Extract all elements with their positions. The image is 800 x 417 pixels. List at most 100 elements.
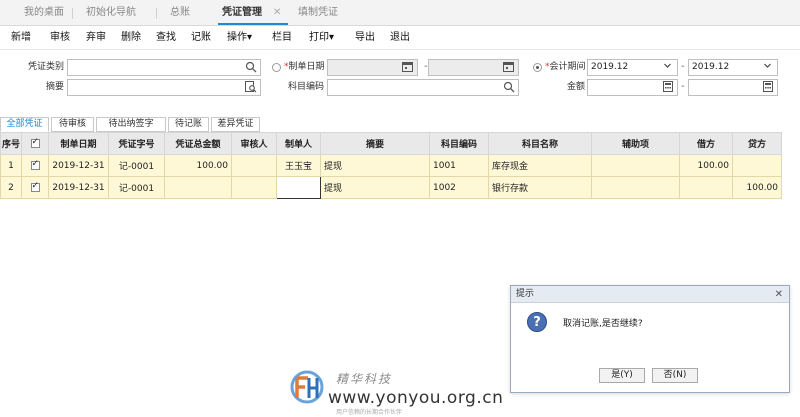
row-account-name: 银行存款 bbox=[488, 176, 592, 199]
dialog-close-icon[interactable]: ✕ bbox=[775, 286, 783, 303]
grid-header-row: 序号 制单日期 凭证字号 凭证总金额 审核人 制单人 摘要 科目编码 科目名称 … bbox=[0, 132, 782, 155]
lookup-icon[interactable] bbox=[244, 81, 257, 94]
period-end-value: 2019.12 bbox=[692, 62, 730, 72]
active-tab-indicator bbox=[218, 23, 288, 25]
row-account-name: 库存现金 bbox=[488, 154, 592, 177]
select-all-checkbox[interactable] bbox=[30, 137, 40, 148]
calculator-icon[interactable] bbox=[661, 81, 674, 94]
date-label: *制单日期 bbox=[284, 59, 326, 75]
row-voucher-no[interactable]: 记-0001 bbox=[108, 154, 165, 177]
amount-range-dash: - bbox=[681, 81, 685, 92]
column-header[interactable]: 辅助项 bbox=[591, 132, 680, 155]
question-icon: ? bbox=[527, 312, 547, 332]
row-checkbox[interactable] bbox=[30, 181, 40, 192]
filter-tab-pending-cashier-sign[interactable]: 待出纳签字 bbox=[96, 117, 166, 132]
date-end-field[interactable] bbox=[428, 59, 519, 76]
row-credit bbox=[732, 154, 782, 177]
column-header[interactable]: 制单人 bbox=[276, 132, 321, 155]
voucher-grid: 序号 制单日期 凭证字号 凭证总金额 审核人 制单人 摘要 科目编码 科目名称 … bbox=[0, 132, 782, 199]
filter-tab-pending-posting[interactable]: 待记账 bbox=[168, 117, 209, 132]
calculator-icon[interactable] bbox=[761, 81, 774, 94]
amount-label: 金额 bbox=[566, 82, 585, 92]
row-seq: 2 bbox=[0, 176, 22, 199]
tab-my-desktop[interactable]: 我的桌面 bbox=[24, 0, 64, 26]
search-icon[interactable] bbox=[502, 81, 515, 94]
column-header[interactable]: 制单日期 bbox=[48, 132, 109, 155]
row-date: 2019-12-31 bbox=[48, 154, 109, 177]
date-radio[interactable] bbox=[272, 63, 281, 72]
row-account-code: 1001 bbox=[429, 154, 489, 177]
operation-menu-button[interactable]: 操作▾ bbox=[227, 26, 252, 50]
period-start-value: 2019.12 bbox=[591, 62, 629, 72]
column-header[interactable]: 贷方 bbox=[732, 132, 782, 155]
chevron-down-icon[interactable] bbox=[761, 61, 774, 74]
row-total bbox=[164, 176, 232, 199]
period-label-text: 会计期间 bbox=[549, 62, 586, 72]
search-icon[interactable] bbox=[244, 61, 257, 74]
filter-tab-difference-vouchers[interactable]: 差异凭证 bbox=[211, 117, 260, 132]
voucher-type-label: 凭证类别 bbox=[27, 62, 64, 72]
row-account-code: 1002 bbox=[429, 176, 489, 199]
table-row[interactable]: 1 2019-12-31 记-0001 100.00 王玉宝 提现 1001 库… bbox=[0, 154, 782, 177]
calendar-icon[interactable] bbox=[502, 61, 515, 74]
column-header[interactable]: 摘要 bbox=[320, 132, 430, 155]
row-debit bbox=[679, 176, 733, 199]
tab-init-navigation[interactable]: 初始化导航 bbox=[86, 0, 136, 26]
account-code-label: 科目编码 bbox=[287, 82, 324, 92]
filter-tab-all-vouchers[interactable]: 全部凭证 bbox=[0, 117, 49, 132]
find-button[interactable]: 查找 bbox=[156, 26, 176, 50]
period-radio[interactable] bbox=[533, 63, 542, 72]
chevron-down-icon[interactable] bbox=[661, 61, 674, 74]
add-button[interactable]: 新增 bbox=[11, 26, 31, 50]
exit-button[interactable]: 退出 bbox=[390, 26, 410, 50]
tab-fill-voucher[interactable]: 填制凭证 bbox=[298, 0, 338, 26]
row-credit: 100.00 bbox=[732, 176, 782, 199]
row-voucher-no[interactable]: 记-0001 bbox=[108, 176, 165, 199]
yes-button[interactable]: 是(Y) bbox=[599, 368, 645, 383]
amount-start-field[interactable] bbox=[587, 79, 678, 96]
column-header[interactable]: 借方 bbox=[679, 132, 733, 155]
watermark: 精华科技 www.yonyou.org.cn 用户信赖的长期合作伙伴 bbox=[288, 368, 518, 416]
delete-button[interactable]: 删除 bbox=[121, 26, 141, 50]
row-maker-editing-cell[interactable] bbox=[276, 176, 321, 199]
print-menu-button[interactable]: 打印▾ bbox=[309, 26, 334, 50]
dialog-titlebar[interactable]: 提示 ✕ bbox=[511, 286, 789, 303]
row-auditor bbox=[231, 176, 277, 199]
export-button[interactable]: 导出 bbox=[355, 26, 375, 50]
date-start-field[interactable] bbox=[327, 59, 418, 76]
table-row[interactable]: 2 2019-12-31 记-0001 提现 1002 银行存款 100.00 bbox=[0, 176, 782, 199]
watermark-slogan: 用户信赖的长期合作伙伴 bbox=[336, 409, 403, 416]
audit-button[interactable]: 审核 bbox=[50, 26, 70, 50]
column-header[interactable]: 审核人 bbox=[231, 132, 277, 155]
row-seq: 1 bbox=[0, 154, 22, 177]
row-aux bbox=[591, 154, 680, 177]
amount-end-field[interactable] bbox=[688, 79, 778, 96]
cancel-audit-button[interactable]: 弃审 bbox=[86, 26, 106, 50]
calendar-icon[interactable] bbox=[401, 61, 414, 74]
app-window: 我的桌面 初始化导航 总账 凭证管理 ✕ 填制凭证 新增 审核 弃审 删除 查找… bbox=[0, 0, 800, 417]
column-header[interactable]: 凭证字号 bbox=[108, 132, 165, 155]
column-header[interactable]: 科目名称 bbox=[488, 132, 592, 155]
row-select-cell[interactable] bbox=[21, 176, 49, 199]
no-button[interactable]: 否(N) bbox=[652, 368, 698, 383]
period-start-select[interactable]: 2019.12 bbox=[587, 59, 678, 76]
row-checkbox[interactable] bbox=[30, 159, 40, 170]
company-logo-icon bbox=[290, 370, 324, 404]
summary-label: 摘要 bbox=[45, 82, 64, 92]
row-summary: 提现 bbox=[320, 154, 430, 177]
tab-general-ledger[interactable]: 总账 bbox=[170, 0, 190, 26]
column-header[interactable]: 科目编码 bbox=[429, 132, 489, 155]
period-end-select[interactable]: 2019.12 bbox=[688, 59, 778, 76]
row-maker: 王玉宝 bbox=[276, 154, 321, 177]
columns-button[interactable]: 栏目 bbox=[272, 26, 292, 50]
select-all-header[interactable] bbox=[21, 132, 49, 155]
column-header[interactable]: 凭证总金额 bbox=[164, 132, 232, 155]
account-code-field[interactable] bbox=[327, 79, 519, 96]
summary-field[interactable] bbox=[67, 79, 261, 96]
voucher-type-field[interactable] bbox=[67, 59, 261, 76]
row-select-cell[interactable] bbox=[21, 154, 49, 177]
post-button[interactable]: 记账 bbox=[191, 26, 211, 50]
row-aux bbox=[591, 176, 680, 199]
filter-tab-pending-audit[interactable]: 待审核 bbox=[51, 117, 94, 132]
column-header[interactable]: 序号 bbox=[0, 132, 22, 155]
